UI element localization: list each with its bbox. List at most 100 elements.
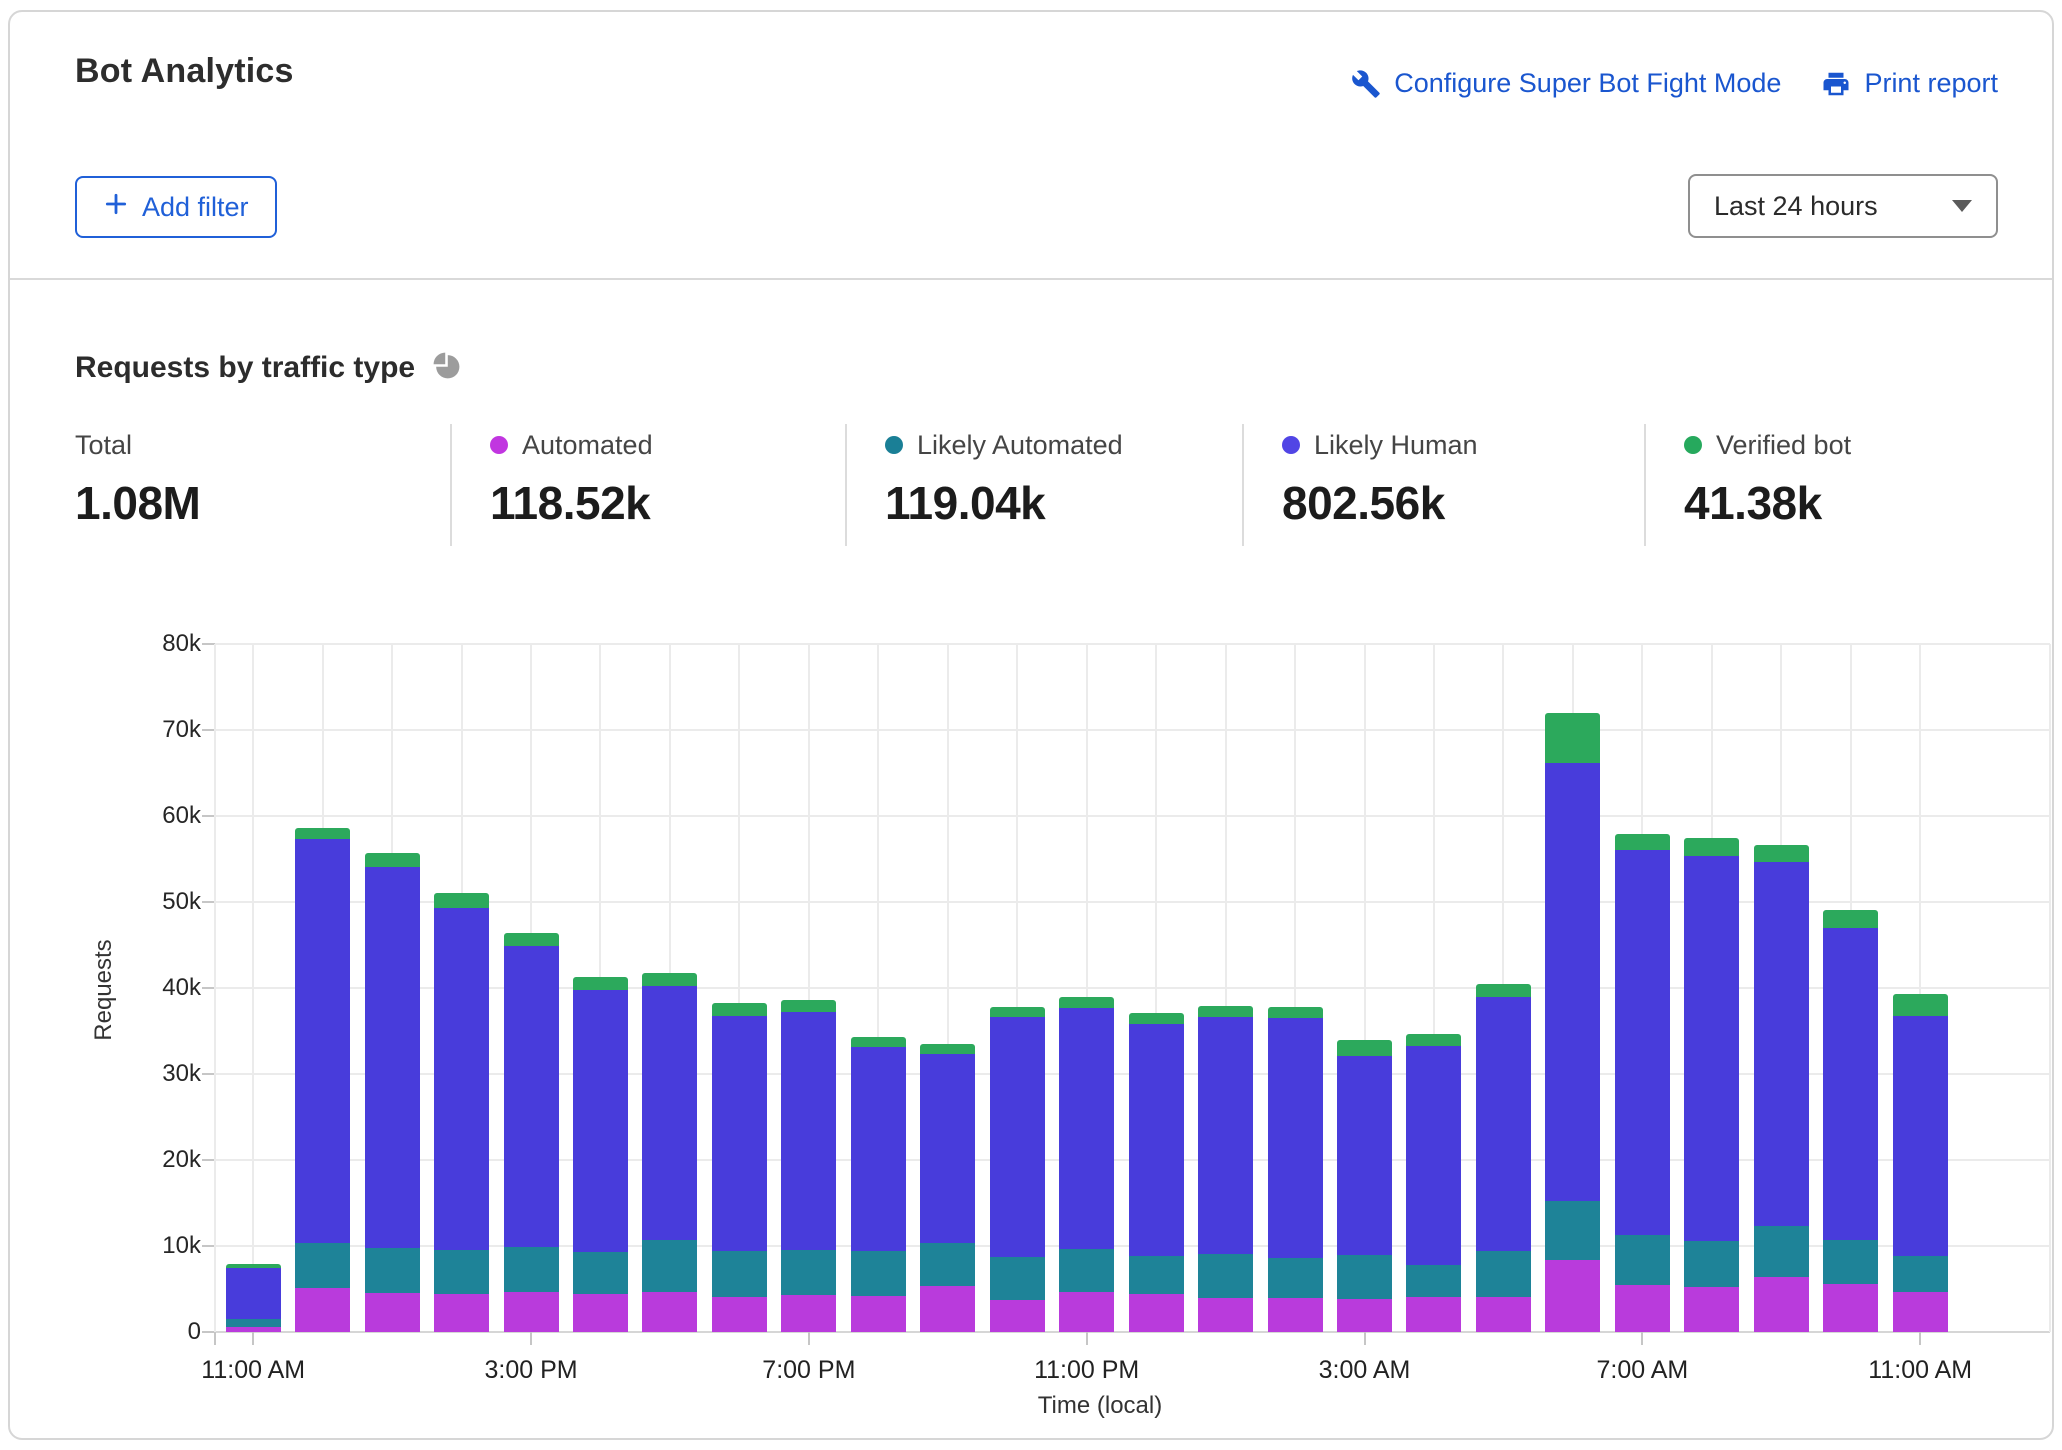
bar-segment-automated: [642, 1291, 698, 1332]
bar-column[interactable]: [572, 976, 628, 1332]
bar-column[interactable]: [1892, 994, 1948, 1332]
configure-link-label: Configure Super Bot Fight Mode: [1394, 68, 1782, 98]
bar-segment-automated: [1614, 1284, 1670, 1332]
bar-segment-verified-bot: [989, 1007, 1045, 1018]
bar-column[interactable]: [364, 852, 420, 1332]
bar-column[interactable]: [225, 1264, 281, 1332]
bar-segment-verified-bot: [1198, 1006, 1254, 1018]
bar-segment-automated: [1406, 1296, 1462, 1332]
bar-segment-verified-bot: [1475, 983, 1531, 997]
wrench-icon: [1351, 69, 1381, 99]
bar-column[interactable]: [1614, 834, 1670, 1332]
bar-segment-likely-human: [225, 1267, 281, 1320]
bar-segment-likely-automated: [1059, 1249, 1115, 1293]
bar-segment-likely-human: [1684, 855, 1740, 1241]
bar-segment-verified-bot: [1614, 834, 1670, 851]
bar-segment-likely-human: [572, 989, 628, 1253]
bar-segment-automated: [781, 1295, 837, 1332]
bar-segment-automated: [295, 1288, 351, 1332]
bar-segment-verified-bot: [1545, 712, 1601, 763]
bar-segment-automated: [1059, 1292, 1115, 1332]
plus-icon: [103, 191, 129, 224]
bar-segment-likely-human: [434, 908, 490, 1251]
bar-column[interactable]: [1059, 997, 1115, 1332]
bar-segment-verified-bot: [1059, 997, 1115, 1008]
bar-segment-likely-human: [1614, 850, 1670, 1235]
stat-verified-bot-label: Verified bot: [1716, 429, 1852, 460]
bar-segment-likely-automated: [1267, 1258, 1323, 1298]
stat-likely-human: Likely Human 802.56k: [1242, 424, 1644, 546]
bar-segment-likely-automated: [434, 1250, 490, 1295]
bar-segment-likely-human: [642, 986, 698, 1241]
bar-column[interactable]: [989, 1007, 1045, 1332]
bar-segment-verified-bot: [1823, 909, 1879, 928]
chevron-down-icon: [1952, 200, 1972, 212]
bar-column[interactable]: [1545, 712, 1601, 1332]
bar-segment-likely-automated: [781, 1250, 837, 1295]
bar-segment-automated: [1684, 1287, 1740, 1332]
bar-segment-likely-human: [1059, 1007, 1115, 1250]
print-report-link[interactable]: Print report: [1821, 68, 1998, 99]
bar-segment-likely-human: [1198, 1017, 1254, 1254]
stat-automated-label: Automated: [522, 429, 653, 460]
time-range-select[interactable]: Last 24 hours: [1688, 174, 1998, 238]
bar-segment-automated: [1753, 1277, 1809, 1332]
bar-column[interactable]: [850, 1037, 906, 1332]
bar-segment-automated: [1337, 1299, 1393, 1332]
bar-column[interactable]: [1337, 1039, 1393, 1332]
bar-segment-automated: [1198, 1297, 1254, 1332]
bar-segment-verified-bot: [1128, 1013, 1184, 1025]
bar-segment-automated: [989, 1300, 1045, 1332]
stat-total-value: 1.08M: [75, 477, 201, 529]
bar-segment-likely-human: [1892, 1015, 1948, 1257]
configure-super-bot-fight-mode-link[interactable]: Configure Super Bot Fight Mode: [1351, 68, 1781, 99]
bar-column[interactable]: [642, 972, 698, 1332]
bar-segment-likely-human: [503, 945, 559, 1247]
bar-segment-likely-automated: [1475, 1251, 1531, 1297]
bar-column[interactable]: [920, 1043, 976, 1332]
bar-segment-likely-human: [1753, 861, 1809, 1227]
bar-segment-likely-automated: [989, 1257, 1045, 1301]
bar-segment-automated: [1475, 1296, 1531, 1332]
bar-column[interactable]: [295, 828, 351, 1332]
stat-likely-human-label: Likely Human: [1314, 429, 1478, 460]
bar-segment-automated: [434, 1294, 490, 1332]
bar-segment-likely-human: [364, 866, 420, 1248]
bar-column[interactable]: [1198, 1006, 1254, 1332]
add-filter-button[interactable]: Add filter: [75, 176, 277, 238]
bar-column[interactable]: [1406, 1033, 1462, 1332]
bar-column[interactable]: [1128, 1013, 1184, 1332]
bar-column[interactable]: [503, 933, 559, 1332]
bar-segment-automated: [1823, 1283, 1879, 1332]
bar-column[interactable]: [711, 1002, 767, 1332]
header-links: Configure Super Bot Fight Mode Print rep…: [1351, 68, 1998, 99]
bar-segment-likely-human: [1545, 762, 1601, 1202]
bar-segment-likely-human: [1337, 1055, 1393, 1256]
bar-segment-automated: [920, 1286, 976, 1332]
bar-segment-verified-bot: [1406, 1033, 1462, 1046]
printer-icon: [1821, 69, 1851, 99]
bar-segment-likely-automated: [1128, 1256, 1184, 1295]
bar-column[interactable]: [1823, 909, 1879, 1332]
bar-column[interactable]: [1684, 838, 1740, 1332]
bar-column[interactable]: [781, 1000, 837, 1332]
bar-segment-automated: [1267, 1297, 1323, 1332]
bar-segment-verified-bot: [850, 1037, 906, 1048]
bar-segment-likely-human: [711, 1015, 767, 1252]
bar-segment-likely-automated: [1614, 1234, 1670, 1285]
stat-likely-automated-value: 119.04k: [885, 477, 1046, 529]
x-axis-title: Time (local): [1037, 1392, 1163, 1419]
bar-column[interactable]: [434, 893, 490, 1332]
bar-column[interactable]: [1267, 1006, 1323, 1332]
bar-column[interactable]: [1475, 983, 1531, 1332]
bar-column[interactable]: [1753, 845, 1809, 1332]
bar-segment-verified-bot: [572, 976, 628, 990]
bar-segment-likely-automated: [850, 1251, 906, 1296]
bar-segment-likely-human: [920, 1054, 976, 1243]
bar-segment-verified-bot: [711, 1002, 767, 1016]
bar-segment-likely-human: [295, 839, 351, 1243]
bar-segment-automated: [572, 1294, 628, 1332]
time-range-value: Last 24 hours: [1714, 190, 1878, 221]
stat-total: Total 1.08M: [75, 424, 450, 546]
bar-segment-automated: [364, 1293, 420, 1332]
